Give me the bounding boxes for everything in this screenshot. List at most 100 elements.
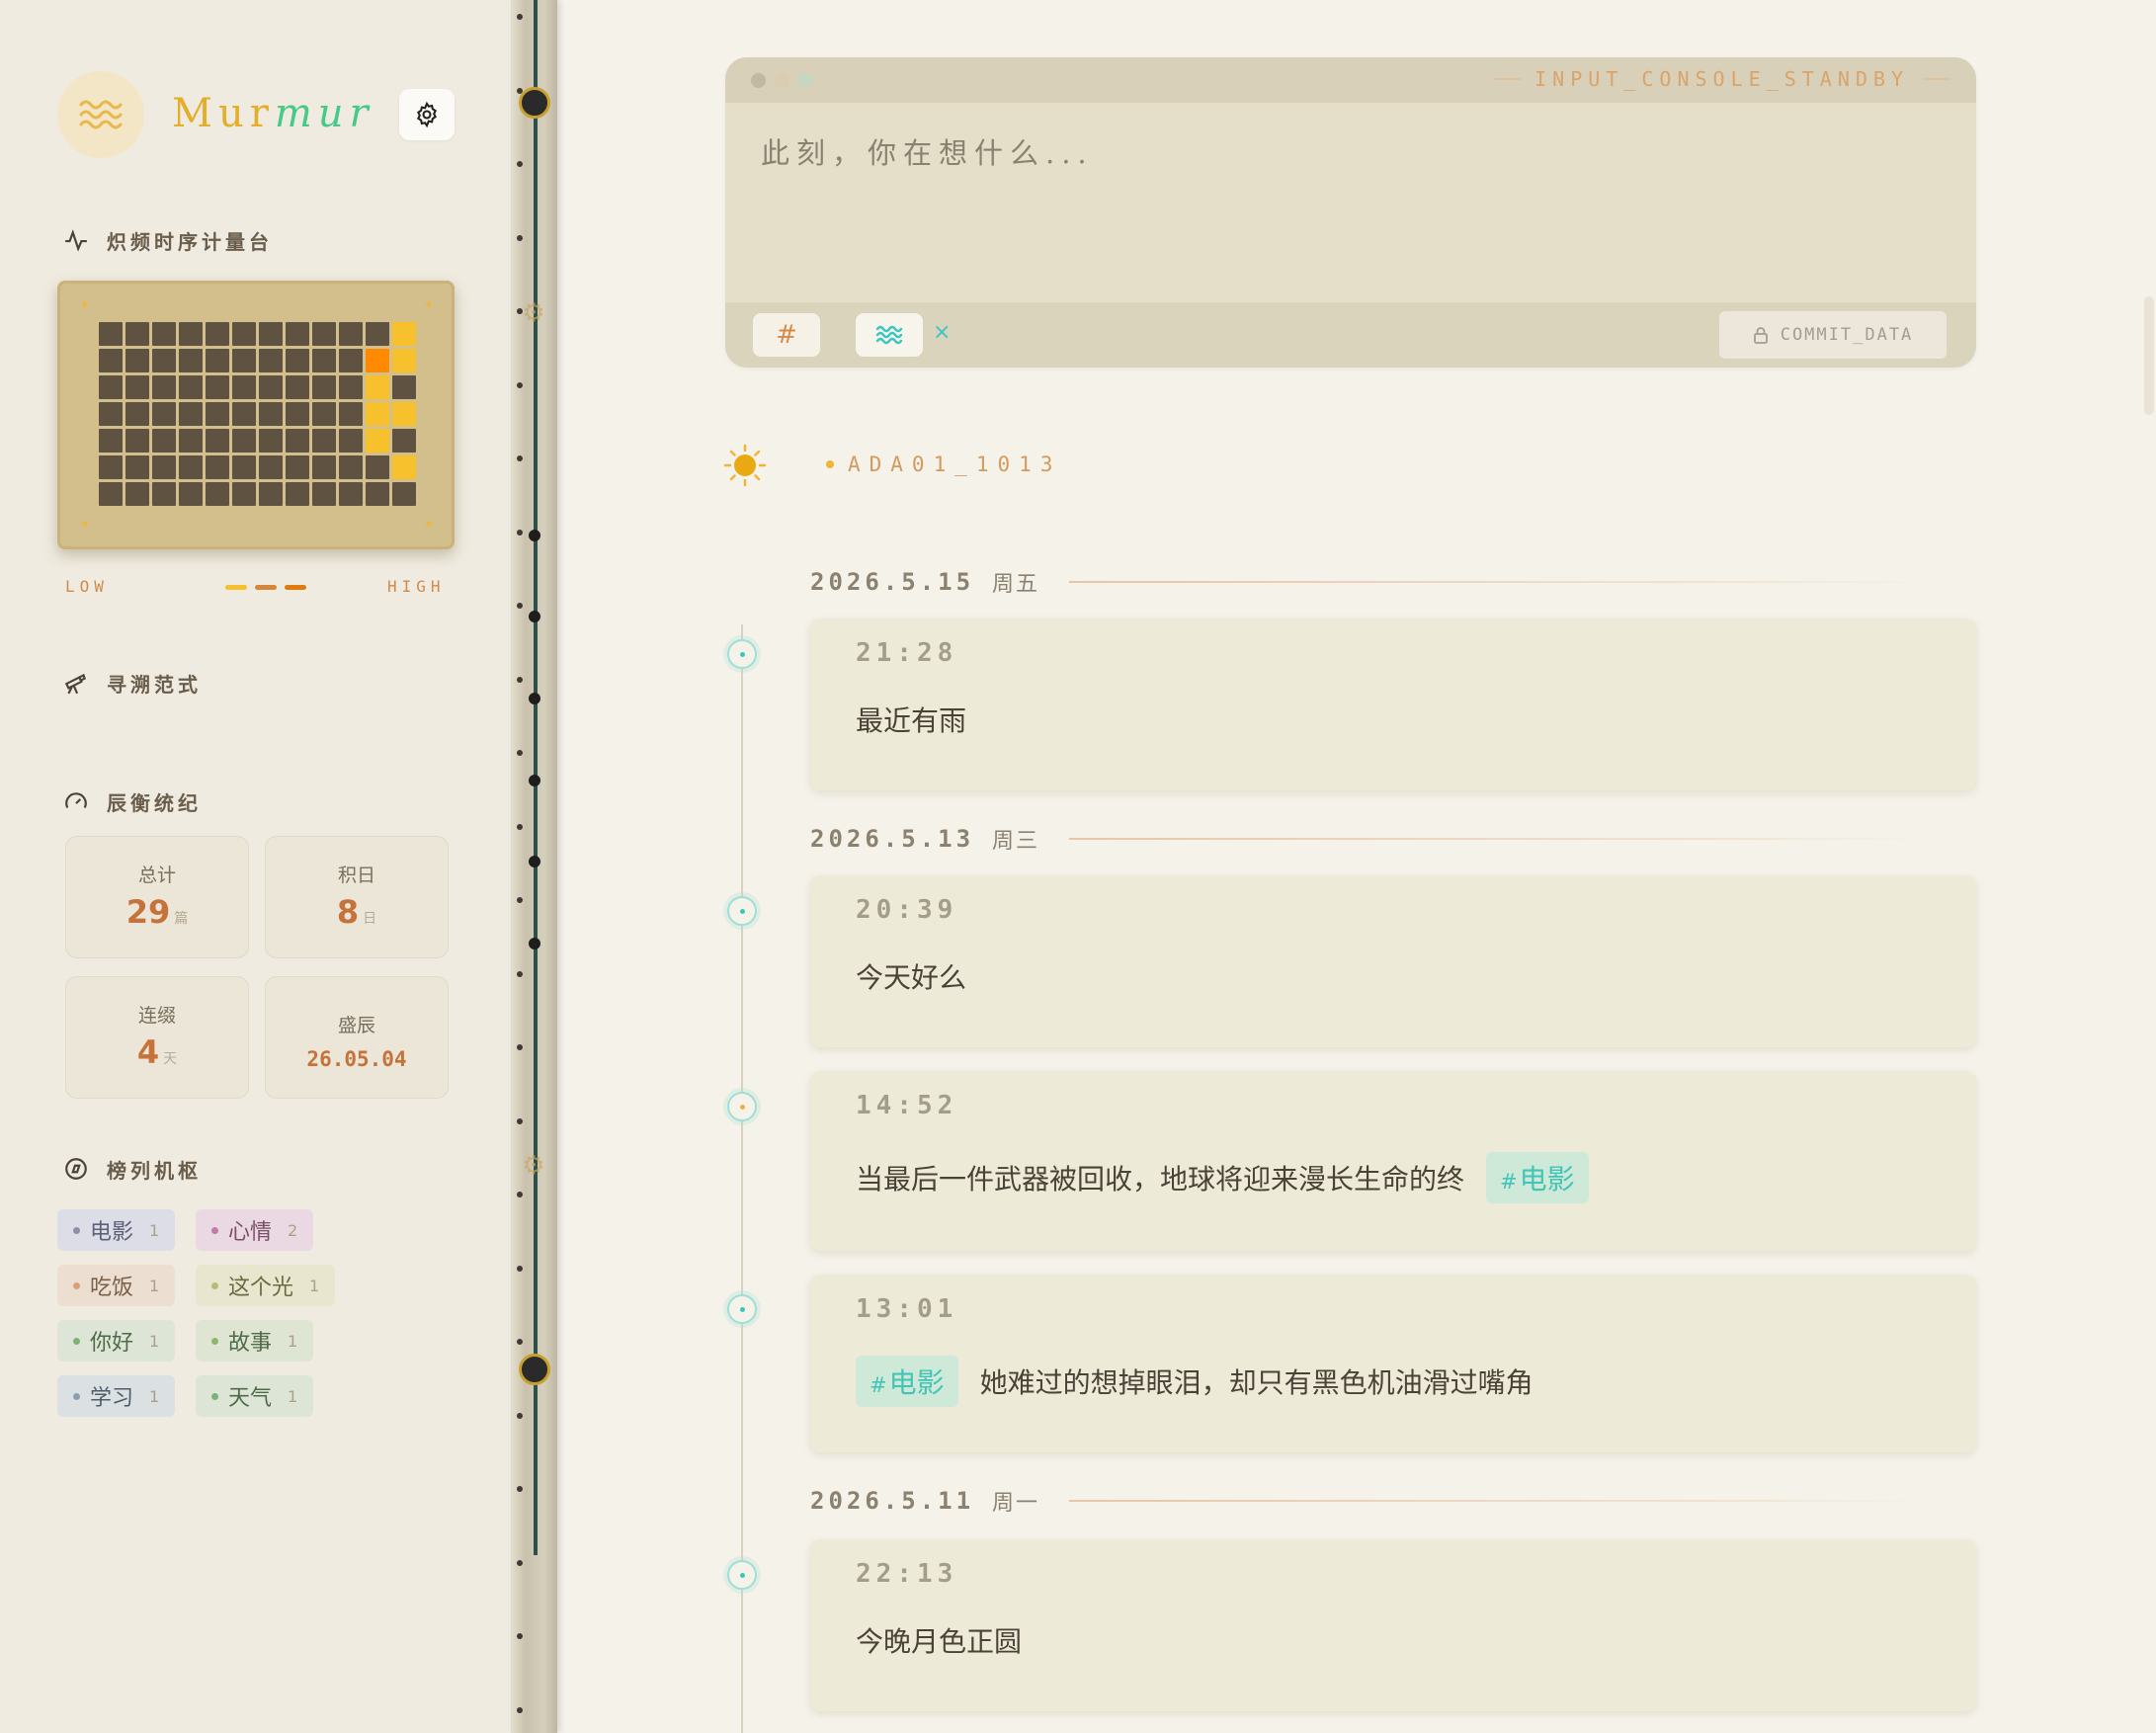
rail-knob[interactable] <box>519 1354 550 1385</box>
tag-chip[interactable]: 你好 1 <box>57 1320 176 1362</box>
heatmap-cell[interactable] <box>206 482 229 506</box>
heatmap-cell[interactable] <box>392 455 416 479</box>
heatmap-cell[interactable] <box>232 455 256 479</box>
heatmap-cell[interactable] <box>125 455 149 479</box>
heatmap-cell[interactable] <box>179 322 203 346</box>
heatmap-cell[interactable] <box>312 402 336 426</box>
heatmap-cell[interactable] <box>179 375 203 399</box>
rail-node[interactable] <box>529 611 540 622</box>
heatmap-cell[interactable] <box>232 482 256 506</box>
heatmap-cell[interactable] <box>206 455 229 479</box>
heatmap-cell[interactable] <box>99 429 123 453</box>
heatmap-cell[interactable] <box>206 429 229 453</box>
heatmap-cell[interactable] <box>286 402 309 426</box>
rail-knob[interactable] <box>519 87 550 119</box>
commit-button[interactable]: COMMIT_DATA <box>1719 311 1947 359</box>
entry-card[interactable]: 14:52 当最后一件武器被回收，地球将迎来漫长生命的终 # 电影 <box>810 1071 1976 1251</box>
heatmap-cell[interactable] <box>312 322 336 346</box>
heatmap-cell[interactable] <box>125 375 149 399</box>
heatmap-cell[interactable] <box>339 429 363 453</box>
rail-node[interactable] <box>529 938 540 949</box>
timeline-node[interactable] <box>727 896 757 926</box>
heatmap-cell[interactable] <box>232 375 256 399</box>
heatmap-cell[interactable] <box>339 375 363 399</box>
heatmap-cell[interactable] <box>232 402 256 426</box>
heatmap-cell[interactable] <box>366 429 389 453</box>
user-avatar[interactable] <box>721 441 769 490</box>
rail-node[interactable] <box>529 856 540 867</box>
explore-section-title[interactable]: 寻溯范式 <box>63 668 202 698</box>
heatmap-cell[interactable] <box>152 322 176 346</box>
heatmap-cell[interactable] <box>152 455 176 479</box>
heatmap-cell[interactable] <box>125 402 149 426</box>
heatmap-cell[interactable] <box>152 375 176 399</box>
rail-node[interactable] <box>529 775 540 786</box>
heatmap-cell[interactable] <box>339 402 363 426</box>
heatmap-cell[interactable] <box>179 482 203 506</box>
thought-input[interactable] <box>761 136 1927 170</box>
entry-tag[interactable]: # 电影 <box>856 1356 958 1407</box>
heatmap-cell[interactable] <box>286 482 309 506</box>
entry-card[interactable]: 22:13 今晚月色正圆 <box>810 1539 1976 1711</box>
rail-node[interactable] <box>529 530 540 541</box>
heatmap-cell[interactable] <box>259 322 283 346</box>
heatmap-cell[interactable] <box>392 322 416 346</box>
heatmap-cell[interactable] <box>392 375 416 399</box>
timeline-node[interactable] <box>727 639 757 669</box>
heatmap-cell[interactable] <box>152 482 176 506</box>
heatmap-cell[interactable] <box>179 455 203 479</box>
tag-chip[interactable]: 天气 1 <box>196 1375 314 1417</box>
tag-chip[interactable]: 故事 1 <box>196 1320 314 1362</box>
heatmap-cell[interactable] <box>366 322 389 346</box>
heatmap-cell[interactable] <box>179 402 203 426</box>
scrollbar-thumb[interactable] <box>2144 296 2154 415</box>
entry-card[interactable]: 13:01 # 电影 她难过的想掉眼泪，却只有黑色机油滑过嘴角 <box>810 1275 1976 1452</box>
heatmap-cell[interactable] <box>312 429 336 453</box>
heatmap-cell[interactable] <box>206 349 229 372</box>
heatmap-cell[interactable] <box>99 349 123 372</box>
tag-chip[interactable]: 学习 1 <box>57 1375 176 1417</box>
heatmap-cell[interactable] <box>392 402 416 426</box>
timeline-node[interactable] <box>727 1294 757 1324</box>
heatmap-cell[interactable] <box>312 349 336 372</box>
heatmap-cell[interactable] <box>366 455 389 479</box>
mood-button[interactable] <box>856 313 923 357</box>
heatmap-cell[interactable] <box>99 455 123 479</box>
heatmap-cell[interactable] <box>206 375 229 399</box>
heatmap-cell[interactable] <box>339 322 363 346</box>
heatmap-cell[interactable] <box>366 482 389 506</box>
heatmap-cell[interactable] <box>152 429 176 453</box>
heatmap-cell[interactable] <box>152 349 176 372</box>
entry-tag[interactable]: # 电影 <box>1486 1152 1589 1203</box>
heatmap-cell[interactable] <box>312 375 336 399</box>
heatmap-cell[interactable] <box>366 375 389 399</box>
rail-node[interactable] <box>529 693 540 704</box>
tag-chip[interactable]: 电影 1 <box>57 1209 176 1251</box>
tag-chip[interactable]: 心情 2 <box>196 1209 314 1251</box>
settings-button[interactable] <box>399 89 455 140</box>
heatmap-cell[interactable] <box>339 349 363 372</box>
heatmap-cell[interactable] <box>125 482 149 506</box>
heatmap-cell[interactable] <box>125 322 149 346</box>
timeline-node[interactable] <box>727 1092 757 1121</box>
heatmap-cell[interactable] <box>392 349 416 372</box>
heatmap-cell[interactable] <box>179 429 203 453</box>
heatmap-cell[interactable] <box>286 455 309 479</box>
heatmap-cell[interactable] <box>312 482 336 506</box>
heatmap-cell[interactable] <box>179 349 203 372</box>
timeline-node[interactable] <box>727 1560 757 1590</box>
entry-card[interactable]: 20:39 今天好么 <box>810 875 1976 1047</box>
heatmap-cell[interactable] <box>125 349 149 372</box>
heatmap-cell[interactable] <box>259 482 283 506</box>
heatmap-cell[interactable] <box>99 375 123 399</box>
heatmap-cell[interactable] <box>286 322 309 346</box>
heatmap-cell[interactable] <box>206 322 229 346</box>
heatmap-cell[interactable] <box>366 349 389 372</box>
heatmap-cell[interactable] <box>286 429 309 453</box>
heatmap-cell[interactable] <box>392 482 416 506</box>
heatmap-cell[interactable] <box>206 402 229 426</box>
heatmap-cell[interactable] <box>286 349 309 372</box>
heatmap-cell[interactable] <box>339 482 363 506</box>
heatmap-cell[interactable] <box>99 482 123 506</box>
heatmap-cell[interactable] <box>125 429 149 453</box>
